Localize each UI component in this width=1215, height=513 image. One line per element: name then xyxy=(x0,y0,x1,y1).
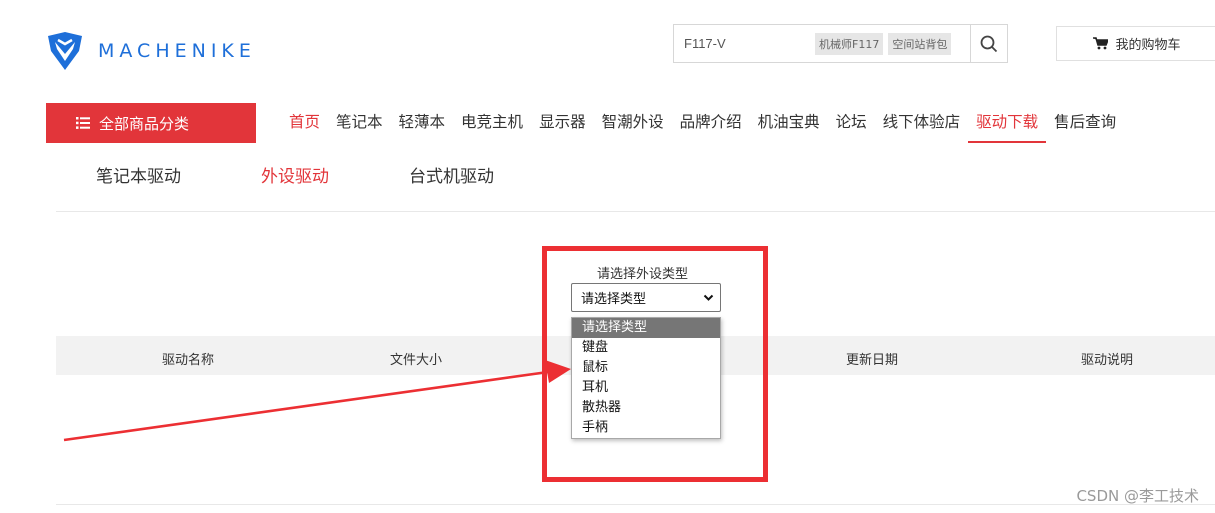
search-button[interactable] xyxy=(970,25,1007,62)
column-header-update-date: 更新日期 xyxy=(846,353,899,368)
nav-item-forum[interactable]: 论坛 xyxy=(828,103,875,143)
nav-item-gaming-desktop[interactable]: 电竞主机 xyxy=(453,103,531,143)
column-header-driver-name: 驱动名称 xyxy=(162,353,215,368)
nav-item-ultrabook[interactable]: 轻薄本 xyxy=(391,103,454,143)
all-categories-button[interactable]: 全部商品分类 xyxy=(46,103,256,143)
all-categories-label: 全部商品分类 xyxy=(99,114,190,133)
list-icon xyxy=(76,117,90,129)
tab-desktop-drivers[interactable]: 台式机驱动 xyxy=(409,162,494,187)
page: MACHENIKE 机械师F117 空间站背包 我的购物车 全 xyxy=(0,0,1215,513)
nav-item-brand[interactable]: 品牌介绍 xyxy=(672,103,750,143)
divider xyxy=(56,504,1215,505)
search-input[interactable] xyxy=(674,25,804,62)
cart-button[interactable]: 我的购物车 xyxy=(1056,26,1215,61)
hot-tag[interactable]: 空间站背包 xyxy=(888,32,952,55)
nav-item-support[interactable]: 售后查询 xyxy=(1046,103,1124,143)
tab-peripheral-drivers[interactable]: 外设驱动 xyxy=(261,162,329,187)
divider xyxy=(56,211,1215,212)
brand-name: MACHENIKE xyxy=(98,40,256,62)
nav-item-guide[interactable]: 机油宝典 xyxy=(750,103,828,143)
driver-tabs: 笔记本驱动 外设驱动 台式机驱动 xyxy=(96,162,574,187)
tab-laptop-drivers[interactable]: 笔记本驱动 xyxy=(96,162,181,187)
search-bar: 机械师F117 空间站背包 xyxy=(673,24,1008,63)
column-header-description: 驱动说明 xyxy=(1081,353,1134,368)
column-header-file-size: 文件大小 xyxy=(390,353,443,368)
nav-item-stores[interactable]: 线下体验店 xyxy=(875,103,969,143)
main-nav: 首页 笔记本 轻薄本 电竞主机 显示器 智潮外设 品牌介绍 机油宝典 论坛 线下… xyxy=(281,103,1124,143)
hot-tag[interactable]: 机械师F117 xyxy=(815,32,884,55)
cart-label: 我的购物车 xyxy=(1115,38,1181,53)
nav-item-drivers[interactable]: 驱动下载 xyxy=(968,103,1047,143)
brand-logo[interactable]: MACHENIKE xyxy=(46,31,256,71)
nav-item-laptop[interactable]: 笔记本 xyxy=(328,103,391,143)
search-icon xyxy=(980,35,998,52)
hot-search-tags: 机械师F117 空间站背包 xyxy=(810,32,952,55)
machenike-logo-icon xyxy=(48,32,82,70)
cart-icon xyxy=(1093,37,1109,50)
nav-item-home[interactable]: 首页 xyxy=(281,103,328,143)
watermark: CSDN @李工技术 xyxy=(1076,487,1199,505)
annotation-highlight-box xyxy=(542,246,768,482)
nav-item-peripherals[interactable]: 智潮外设 xyxy=(594,103,672,143)
nav-item-monitor[interactable]: 显示器 xyxy=(531,103,594,143)
